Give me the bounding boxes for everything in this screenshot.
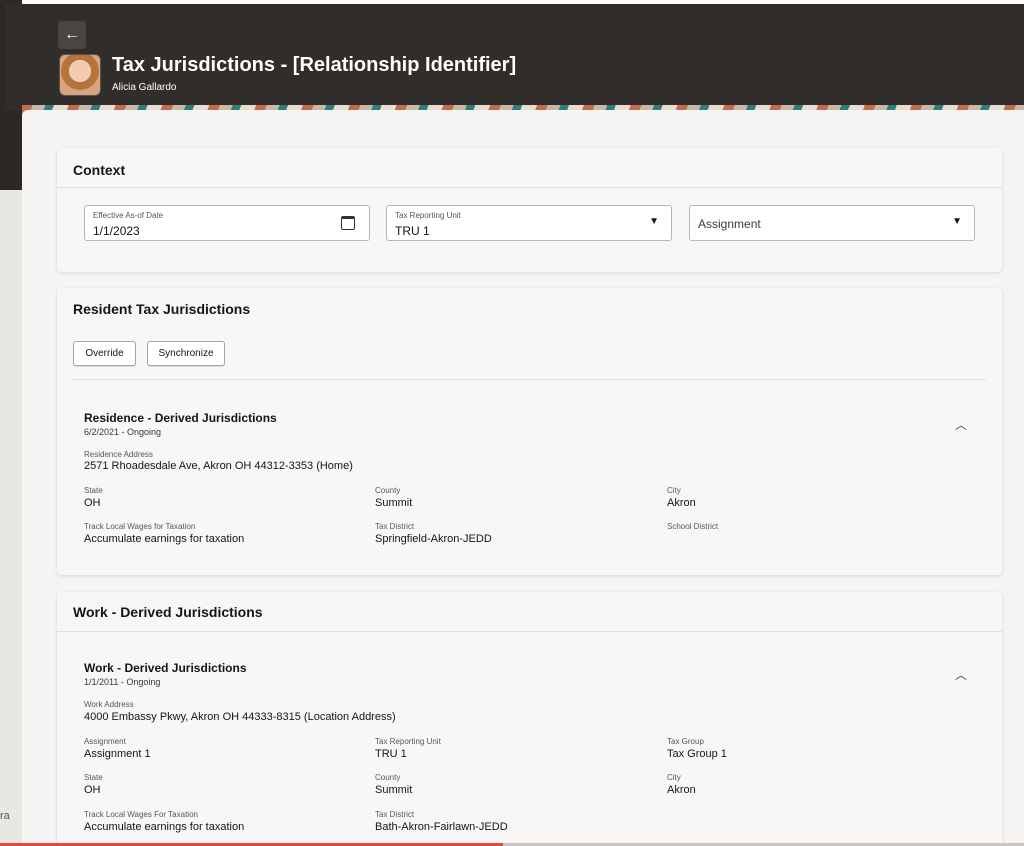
app-frame: e ra ← Tax Jurisdictions - [Relationship… [0, 0, 1024, 846]
assignment-value: Assignment 1 [84, 748, 151, 760]
main-content: Context Effective As-of Date 1/1/2023 Ta… [22, 110, 1024, 846]
calendar-icon[interactable] [341, 216, 355, 230]
work-city-label: City [667, 773, 681, 782]
work-track-value: Accumulate earnings for taxation [84, 821, 245, 833]
residence-address-label: Residence Address [84, 450, 153, 459]
county-label: County [375, 486, 401, 495]
tax-reporting-unit-label: Tax Reporting Unit [395, 211, 461, 220]
tax-reporting-unit-select[interactable]: Tax Reporting Unit TRU 1 ▼ [386, 205, 672, 241]
work-address-label: Work Address [84, 700, 134, 709]
effective-date-value: 1/1/2023 [93, 224, 140, 238]
tax-group-value: Tax Group 1 [667, 748, 727, 760]
assignment-placeholder: Assignment [698, 217, 761, 231]
resident-title: Resident Tax Jurisdictions [73, 301, 251, 317]
context-card: Context Effective As-of Date 1/1/2023 Ta… [57, 148, 1002, 272]
resident-divider [73, 379, 986, 380]
work-dates: 1/1/2011 - Ongoing [84, 677, 161, 687]
user-name: Alicia Gallardo [112, 82, 177, 93]
work-state-label: State [84, 773, 103, 782]
work-state-value: OH [84, 784, 101, 796]
track-wages-value: Accumulate earnings for taxation [84, 533, 245, 545]
work-county-value: Summit [375, 784, 413, 796]
work-divider [57, 631, 1002, 632]
track-wages-label: Track Local Wages for Taxation [84, 522, 196, 531]
work-tru-label: Tax Reporting Unit [375, 737, 441, 746]
left-edge-text: ra [0, 810, 10, 822]
work-track-label: Track Local Wages For Taxation [84, 810, 198, 819]
back-button[interactable]: ← [58, 21, 86, 49]
work-city-value: Akron [667, 784, 696, 796]
tax-reporting-unit-value: TRU 1 [395, 224, 430, 238]
residence-address: 2571 Rhoadesdale Ave, Akron OH 44312-335… [84, 460, 353, 472]
effective-date-field[interactable]: Effective As-of Date 1/1/2023 [84, 205, 370, 241]
state-label: State [84, 486, 103, 495]
back-arrow-icon: ← [64, 26, 80, 43]
chevron-down-icon[interactable]: ▼ [649, 216, 659, 227]
work-address: 4000 Embassy Pkwy, Akron OH 44333-8315 (… [84, 711, 396, 723]
assignment-select[interactable]: Assignment ▼ [689, 205, 975, 241]
chevron-up-icon[interactable]: ︿ [955, 416, 967, 433]
avatar [59, 54, 101, 96]
work-title: Work - Derived Jurisdictions [73, 604, 263, 620]
resident-card: Resident Tax Jurisdictions Override Sync… [57, 288, 1002, 575]
chevron-down-icon[interactable]: ▼ [952, 216, 962, 227]
page-title: Tax Jurisdictions - [Relationship Identi… [112, 54, 517, 76]
work-tax-district-value: Bath-Akron-Fairlawn-JEDD [375, 821, 508, 833]
assignment-label: Assignment [84, 737, 126, 746]
county-value: Summit [375, 497, 413, 509]
context-title: Context [73, 162, 126, 178]
work-tax-district-label: Tax District [375, 810, 415, 819]
context-divider [57, 187, 1002, 188]
school-district-label: School District [667, 522, 719, 531]
synchronize-button[interactable]: Synchronize [147, 341, 225, 366]
residence-dates: 6/2/2021 - Ongoing [84, 427, 162, 437]
tax-district-label: Tax District [375, 522, 415, 531]
effective-date-label: Effective As-of Date [93, 211, 164, 220]
city-value: Akron [667, 497, 696, 509]
tax-group-label: Tax Group [667, 737, 704, 746]
work-card: Work - Derived Jurisdictions Work - Deri… [57, 592, 1002, 846]
chevron-up-icon[interactable]: ︿ [955, 666, 967, 683]
work-county-label: County [375, 773, 401, 782]
work-section-title: Work - Derived Jurisdictions [84, 661, 247, 675]
work-tru-value: TRU 1 [375, 748, 407, 760]
tax-district-value: Springfield-Akron-JEDD [375, 533, 492, 545]
page-header: ← Tax Jurisdictions - [Relationship Iden… [5, 4, 1024, 110]
override-button[interactable]: Override [73, 341, 136, 366]
residence-section-title: Residence - Derived Jurisdictions [84, 411, 277, 425]
state-value: OH [84, 497, 101, 509]
city-label: City [667, 486, 681, 495]
